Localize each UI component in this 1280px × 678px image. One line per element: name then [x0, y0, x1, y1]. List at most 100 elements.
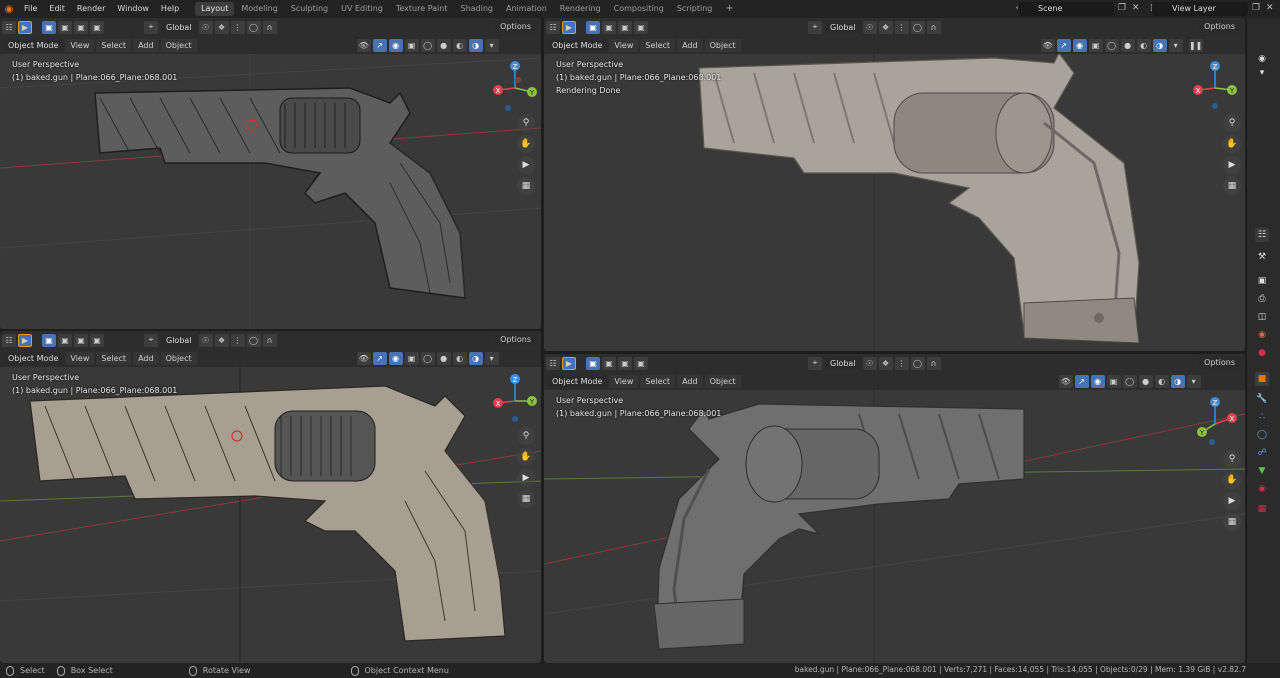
menu-object[interactable]: Object: [160, 351, 197, 365]
mode-invert-icon[interactable]: ▣: [90, 333, 104, 347]
shading-rendered-icon[interactable]: ◑: [468, 351, 483, 365]
new-view-layer-icon[interactable]: ❐: [1252, 3, 1260, 13]
menu-view[interactable]: View: [65, 351, 95, 365]
shading-wireframe-icon[interactable]: ◯: [420, 351, 435, 365]
constraints-properties-icon[interactable]: ☍: [1255, 446, 1269, 460]
view-layer-field[interactable]: View Layer: [1152, 2, 1248, 16]
overlay-toggle-icon[interactable]: ◉: [388, 351, 403, 365]
tab-uv-editing[interactable]: UV Editing: [335, 2, 389, 16]
scene-field[interactable]: Scene: [1018, 2, 1114, 16]
proportional-edit-icon[interactable]: ◯: [246, 20, 261, 34]
scene-properties-icon[interactable]: ◉: [1255, 328, 1269, 342]
xray-icon[interactable]: ▣: [404, 38, 419, 52]
camera-view-icon[interactable]: ▶: [1223, 156, 1241, 174]
menu-add[interactable]: Add: [677, 38, 703, 52]
view-layer-properties-icon[interactable]: ◫: [1255, 310, 1269, 324]
menu-view[interactable]: View: [609, 374, 639, 388]
output-properties-icon[interactable]: ⎙: [1255, 292, 1269, 306]
pan-hand-icon[interactable]: ✋: [517, 135, 535, 153]
orientation-icon[interactable]: ⌖: [144, 333, 158, 347]
visibility-icon[interactable]: 👁: [1040, 38, 1055, 52]
transform-orientation-dropdown[interactable]: Global: [825, 356, 861, 370]
tab-shading[interactable]: Shading: [454, 2, 499, 16]
tab-rendering[interactable]: Rendering: [554, 2, 607, 16]
options-dropdown[interactable]: Options: [1198, 356, 1241, 369]
menu-edit[interactable]: Edit: [43, 0, 71, 18]
zoom-icon[interactable]: ⚲: [1223, 114, 1241, 132]
add-workspace-button[interactable]: +: [719, 2, 739, 16]
menu-add[interactable]: Add: [133, 38, 159, 52]
orientation-icon[interactable]: ⌖: [808, 20, 822, 34]
overlay-toggle-icon[interactable]: ◉: [388, 38, 403, 52]
delete-view-layer-icon[interactable]: ✕: [1266, 3, 1274, 13]
mode-extend-icon[interactable]: ▣: [602, 20, 616, 34]
menu-render[interactable]: Render: [71, 0, 111, 18]
menu-add[interactable]: Add: [677, 374, 703, 388]
shading-material-icon[interactable]: ◐: [452, 38, 467, 52]
mode-extend-icon[interactable]: ▣: [602, 356, 616, 370]
menu-help[interactable]: Help: [155, 0, 185, 18]
falloff-icon[interactable]: ∩: [926, 356, 941, 370]
shading-material-icon[interactable]: ◐: [1154, 374, 1169, 388]
tab-animation[interactable]: Animation: [500, 2, 553, 16]
menu-file[interactable]: File: [18, 0, 43, 18]
pivot-icon[interactable]: ☉: [862, 20, 877, 34]
zoom-icon[interactable]: ⚲: [1223, 450, 1241, 468]
orientation-icon[interactable]: ⌖: [808, 356, 822, 370]
pause-render-icon[interactable]: ❚❚: [1188, 38, 1203, 52]
proportional-edit-icon[interactable]: ◯: [910, 20, 925, 34]
grid-perspective-icon[interactable]: ▦: [517, 177, 535, 195]
pivot-icon[interactable]: ☉: [862, 356, 877, 370]
transform-orientation-dropdown[interactable]: Global: [161, 20, 197, 34]
visibility-icon[interactable]: 👁: [356, 38, 371, 52]
navigation-gizmo[interactable]: Z X Y: [492, 371, 538, 425]
camera-view-icon[interactable]: ▶: [517, 156, 535, 174]
select-tool-icon[interactable]: ▶: [18, 333, 32, 347]
overlay-toggle-icon[interactable]: ◉: [1072, 38, 1087, 52]
visibility-icon[interactable]: 👁: [356, 351, 371, 365]
xray-icon[interactable]: ▣: [1106, 374, 1121, 388]
transform-orientation-dropdown[interactable]: Global: [161, 333, 197, 347]
viewport-top-right[interactable]: ☷ ▶ ▣ ▣ ▣ ▣ ⌖ Global ☉ ❖ ⋮ ◯ ∩ Options O…: [544, 18, 1245, 351]
shading-solid-icon[interactable]: ●: [436, 38, 451, 52]
select-tool-icon[interactable]: ▶: [562, 356, 576, 370]
shading-material-icon[interactable]: ◐: [1136, 38, 1151, 52]
select-tool-icon[interactable]: ▶: [18, 20, 32, 34]
tab-scripting[interactable]: Scripting: [671, 2, 719, 16]
pivot-icon[interactable]: ☉: [198, 333, 213, 347]
mode-invert-icon[interactable]: ▣: [90, 20, 104, 34]
shading-wireframe-icon[interactable]: ◯: [420, 38, 435, 52]
overlay-toggle-icon[interactable]: ◉: [1090, 374, 1105, 388]
mode-new-icon[interactable]: ▣: [42, 20, 56, 34]
render-properties-icon[interactable]: ▣: [1255, 274, 1269, 288]
snap-target-icon[interactable]: ⋮: [894, 20, 909, 34]
shading-wireframe-icon[interactable]: ◯: [1104, 38, 1119, 52]
tool-properties-icon[interactable]: ⚒: [1255, 250, 1269, 264]
pan-hand-icon[interactable]: ✋: [517, 448, 535, 466]
editor-type-icon[interactable]: ☷: [546, 356, 560, 370]
menu-object[interactable]: Object: [160, 38, 197, 52]
snap-icon[interactable]: ❖: [214, 20, 229, 34]
new-scene-icon[interactable]: ❐: [1118, 3, 1126, 13]
data-properties-icon[interactable]: ▼: [1255, 464, 1269, 478]
tab-layout[interactable]: Layout: [195, 2, 235, 16]
camera-view-icon[interactable]: ▶: [1223, 492, 1241, 510]
shading-solid-icon[interactable]: ●: [1138, 374, 1153, 388]
grid-perspective-icon[interactable]: ▦: [1223, 177, 1241, 195]
menu-add[interactable]: Add: [133, 351, 159, 365]
shading-solid-icon[interactable]: ●: [436, 351, 451, 365]
object-mode-dropdown[interactable]: Object Mode: [3, 351, 64, 365]
proportional-edit-icon[interactable]: ◯: [910, 356, 925, 370]
object-mode-dropdown[interactable]: Object Mode: [547, 38, 608, 52]
shading-solid-icon[interactable]: ●: [1120, 38, 1135, 52]
snap-icon[interactable]: ❖: [878, 356, 893, 370]
mode-new-icon[interactable]: ▣: [586, 356, 600, 370]
mode-extend-icon[interactable]: ▣: [58, 333, 72, 347]
falloff-icon[interactable]: ∩: [926, 20, 941, 34]
editor-type-icon[interactable]: ☷: [546, 20, 560, 34]
menu-select[interactable]: Select: [640, 38, 676, 52]
zoom-icon[interactable]: ⚲: [517, 114, 535, 132]
shading-options-icon[interactable]: ▾: [1168, 38, 1183, 52]
options-dropdown[interactable]: Options: [494, 333, 537, 346]
particles-properties-icon[interactable]: ∴: [1255, 410, 1269, 424]
